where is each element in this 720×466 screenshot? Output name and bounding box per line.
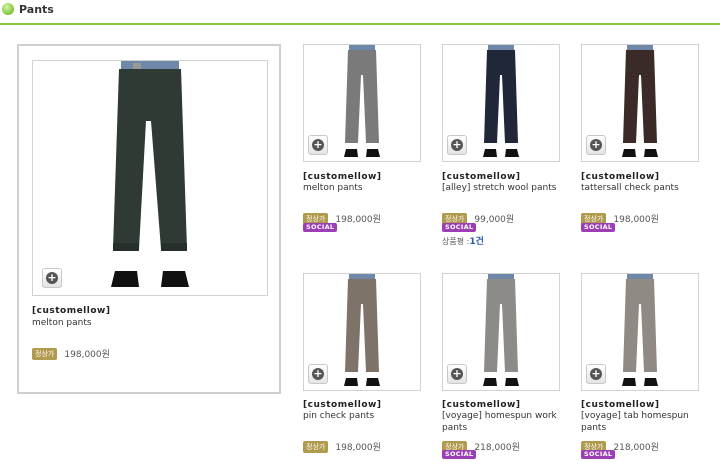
social-badge: SOCIAL <box>442 450 477 459</box>
product-price: 198,000원 <box>613 215 659 225</box>
product-card[interactable]: + [customellow] melton pants 정상가 198,000… <box>303 44 423 232</box>
product-price: 198,000원 <box>64 350 110 360</box>
featured-product-image[interactable]: + <box>32 60 268 296</box>
price-row: 정상가 198,000원 <box>303 436 381 453</box>
product-brand: [customellow] <box>581 172 660 182</box>
product-name[interactable]: pin check pants <box>303 410 423 422</box>
quick-view-button[interactable]: + <box>308 135 328 155</box>
price-row: 정상가 198,000원 <box>581 208 659 225</box>
section-header: Pants <box>0 0 720 24</box>
price-row: 정상가 198,000원 <box>303 208 381 225</box>
plus-circle-icon: + <box>451 138 463 151</box>
product-card[interactable]: + [customellow] [voyage] tab homespun pa… <box>581 273 701 459</box>
quick-view-button[interactable]: + <box>447 135 467 155</box>
product-card[interactable]: + [customellow] tattersall check pants 정… <box>581 44 701 232</box>
product-image[interactable]: + <box>581 273 699 391</box>
quick-view-button[interactable]: + <box>447 364 467 384</box>
plus-circle-icon: + <box>590 138 602 151</box>
quick-view-button[interactable]: + <box>308 364 328 384</box>
product-brand: [customellow] <box>442 172 521 182</box>
pants-image <box>111 61 189 287</box>
price-badge: 정상가 <box>32 347 58 360</box>
quick-view-button[interactable]: + <box>586 364 606 384</box>
product-card[interactable]: + [customellow] [voyage] homespun work p… <box>442 273 562 459</box>
plus-circle-icon: + <box>590 367 602 380</box>
plus-circle-icon: + <box>312 138 324 151</box>
section-title: Pants <box>19 3 54 16</box>
product-name[interactable]: [voyage] tab homespun pants <box>581 410 701 434</box>
product-price: 99,000원 <box>474 215 515 225</box>
product-brand: [customellow] <box>581 400 660 410</box>
product-image[interactable]: + <box>442 44 560 162</box>
product-brand: [customellow] <box>32 306 111 316</box>
product-card[interactable]: + [customellow] [alley] stretch wool pan… <box>442 44 562 247</box>
product-name[interactable]: tattersall check pants <box>581 182 701 194</box>
price-badge: 정상가 <box>303 440 329 453</box>
review-label: 상품평 : <box>442 237 470 246</box>
social-badge: SOCIAL <box>442 223 477 232</box>
review-count[interactable]: 상품평 :1건 <box>442 234 484 247</box>
plus-circle-icon: + <box>451 367 463 380</box>
product-brand: [customellow] <box>442 400 521 410</box>
product-brand: [customellow] <box>303 172 382 182</box>
product-name[interactable]: [alley] stretch wool pants <box>442 182 562 194</box>
product-price: 198,000원 <box>335 443 381 453</box>
plus-circle-icon: + <box>312 367 324 380</box>
product-image[interactable]: + <box>442 273 560 391</box>
review-number[interactable]: 1건 <box>469 237 484 247</box>
product-image[interactable]: + <box>303 44 421 162</box>
product-card[interactable]: + [customellow] pin check pants 정상가 198,… <box>303 273 423 453</box>
green-dot-icon <box>2 3 14 15</box>
price-row: 정상가 218,000원 <box>442 436 520 453</box>
quick-view-button[interactable]: + <box>586 135 606 155</box>
price-row: 정상가 198,000원 <box>32 343 110 360</box>
plus-circle-icon: + <box>46 271 58 284</box>
product-name[interactable]: [voyage] homespun work pants <box>442 410 562 434</box>
quick-view-button[interactable]: + <box>42 268 62 288</box>
header-divider <box>0 23 720 25</box>
product-brand: [customellow] <box>303 400 382 410</box>
social-badge: SOCIAL <box>303 223 338 232</box>
product-image[interactable]: + <box>581 44 699 162</box>
product-price: 218,000원 <box>474 443 520 453</box>
product-image[interactable]: + <box>303 273 421 391</box>
product-name[interactable]: melton pants <box>303 182 423 194</box>
featured-product[interactable]: + [customellow] melton pants 정상가 198,000… <box>17 44 281 394</box>
social-badge: SOCIAL <box>581 223 616 232</box>
product-name[interactable]: melton pants <box>32 317 92 329</box>
price-row: 정상가 99,000원 <box>442 208 514 225</box>
price-row: 정상가 218,000원 <box>581 436 659 453</box>
product-price: 218,000원 <box>613 443 659 453</box>
social-badge: SOCIAL <box>581 450 616 459</box>
product-price: 198,000원 <box>335 215 381 225</box>
